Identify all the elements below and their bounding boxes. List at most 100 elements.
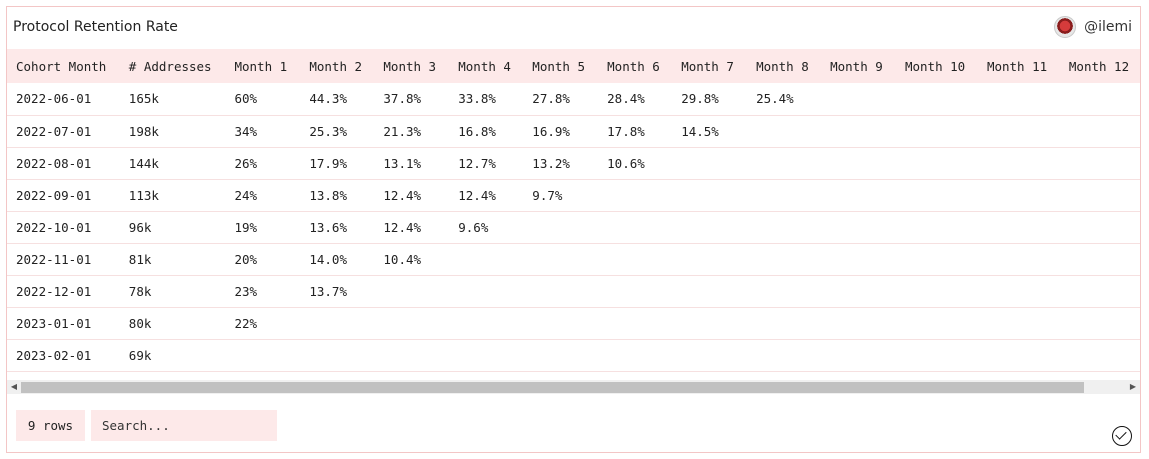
- table-cell: [598, 307, 673, 340]
- table-cell: [747, 147, 822, 180]
- table-cell: 2022-10-01: [7, 211, 120, 244]
- column-header[interactable]: Month 1: [225, 49, 300, 83]
- table-cell: [523, 307, 599, 340]
- table-cell: [895, 307, 978, 340]
- table-cell: [672, 307, 748, 340]
- table-cell: [449, 307, 524, 340]
- column-header[interactable]: Month 2: [300, 49, 374, 83]
- table-cell: [977, 147, 1060, 180]
- table-cell: [449, 275, 524, 308]
- table-header-row: Cohort Month # Addresses Month 1 Month 2 Mon…: [7, 49, 1140, 83]
- table-cell: [1059, 339, 1140, 372]
- table-cell: 9.7%: [523, 179, 599, 212]
- column-header[interactable]: Month 6: [598, 49, 672, 83]
- table-cell: [523, 211, 599, 244]
- column-header[interactable]: Month 7: [672, 49, 747, 83]
- triangle-right-icon[interactable]: ▶: [1128, 382, 1138, 392]
- table-cell: 2022-06-01: [7, 83, 120, 116]
- column-header[interactable]: Cohort Month: [7, 49, 120, 83]
- results-table-container: Cohort Month # Addresses Month 1 Month 2 Mon…: [7, 49, 1140, 380]
- column-header[interactable]: Month 12: [1060, 49, 1140, 83]
- table-cell: 27.8%: [523, 83, 599, 116]
- table-row: 2022-09-01 113k 24% 13.8% 12.4% 12.4% 9.7%: [7, 179, 1140, 212]
- table-cell: [747, 339, 822, 372]
- table-cell: [374, 307, 450, 340]
- table-cell: [895, 115, 978, 148]
- table-cell: 198k: [119, 115, 226, 148]
- table-cell: [747, 211, 822, 244]
- scrollbar-thumb[interactable]: [21, 382, 1084, 393]
- table-cell: 144k: [119, 147, 226, 180]
- table-cell: 28.4%: [598, 83, 673, 116]
- table-row: 2022-10-01 96k 19% 13.6% 12.4% 9.6%: [7, 211, 1140, 244]
- horizontal-scrollbar[interactable]: ◀ ▶: [7, 380, 1140, 394]
- table-cell: [747, 307, 822, 340]
- column-header[interactable]: # Addresses: [120, 49, 226, 83]
- column-header[interactable]: Month 11: [978, 49, 1060, 83]
- table-cell: [225, 339, 301, 372]
- row-count-badge: 9 rows: [16, 410, 85, 441]
- table-cell: 2022-09-01: [7, 179, 120, 212]
- table-cell: [374, 275, 450, 308]
- table-cell: 12.4%: [449, 179, 524, 212]
- results-table: Cohort Month # Addresses Month 1 Month 2 Mon…: [7, 49, 1140, 372]
- search-input[interactable]: [91, 410, 277, 441]
- table-row: 2022-12-01 78k 23% 13.7%: [7, 275, 1140, 308]
- table-cell: [895, 211, 978, 244]
- table-cell: [1059, 147, 1140, 180]
- table-cell: 25.3%: [300, 115, 375, 148]
- table-cell: 13.1%: [374, 147, 450, 180]
- table-cell: [449, 339, 524, 372]
- table-cell: [821, 275, 896, 308]
- table-cell: 113k: [119, 179, 226, 212]
- table-cell: [300, 339, 375, 372]
- avatar: [1054, 16, 1077, 38]
- table-cell: [1059, 115, 1140, 148]
- author-link[interactable]: @ilemi: [1054, 16, 1132, 38]
- table-cell: 13.7%: [300, 275, 375, 308]
- panel-footer: 9 rows: [7, 410, 1140, 446]
- table-cell: [523, 339, 599, 372]
- column-header[interactable]: Month 9: [821, 49, 896, 83]
- table-cell: [977, 83, 1060, 116]
- column-header[interactable]: Month 3: [374, 49, 449, 83]
- column-header[interactable]: Month 5: [523, 49, 598, 83]
- table-cell: [977, 339, 1060, 372]
- column-header[interactable]: Month 10: [896, 49, 978, 83]
- table-cell: [821, 147, 896, 180]
- column-header[interactable]: Month 8: [747, 49, 821, 83]
- query-result-panel: Protocol Retention Rate @ilemi Cohort Mo…: [6, 6, 1141, 453]
- table-cell: 96k: [119, 211, 226, 244]
- table-cell: [747, 179, 822, 212]
- table-row: 2022-07-01 198k 34% 25.3% 21.3% 16.8% 16.9% 17.…: [7, 115, 1140, 148]
- table-cell: [1059, 179, 1140, 212]
- table-cell: 33.8%: [449, 83, 524, 116]
- table-cell: 29.8%: [672, 83, 748, 116]
- table-cell: 80k: [119, 307, 226, 340]
- table-cell: [598, 243, 673, 276]
- table-cell: [977, 275, 1060, 308]
- table-cell: [747, 243, 822, 276]
- table-row: 2023-01-01 80k 22%: [7, 307, 1140, 340]
- column-header[interactable]: Month 4: [449, 49, 523, 83]
- table-row: 2022-11-01 81k 20% 14.0% 10.4%: [7, 243, 1140, 276]
- table-cell: [523, 243, 599, 276]
- table-cell: 69k: [119, 339, 226, 372]
- table-cell: [977, 115, 1060, 148]
- table-cell: 12.4%: [374, 211, 450, 244]
- table-cell: 25.4%: [747, 83, 822, 116]
- table-cell: 13.6%: [300, 211, 375, 244]
- table-cell: 81k: [119, 243, 226, 276]
- table-cell: [977, 179, 1060, 212]
- table-cell: 10.6%: [598, 147, 673, 180]
- table-row: 2022-06-01 165k 60% 44.3% 37.8% 33.8% 27.8% 28.…: [7, 83, 1140, 116]
- table-cell: [747, 115, 822, 148]
- table-cell: 17.8%: [598, 115, 673, 148]
- triangle-left-icon[interactable]: ◀: [9, 382, 19, 392]
- table-cell: 21.3%: [374, 115, 450, 148]
- table-cell: 2022-08-01: [7, 147, 120, 180]
- table-cell: [523, 275, 599, 308]
- table-cell: [977, 211, 1060, 244]
- panel-title: Protocol Retention Rate: [13, 19, 178, 35]
- table-row: 2023-02-01 69k: [7, 339, 1140, 372]
